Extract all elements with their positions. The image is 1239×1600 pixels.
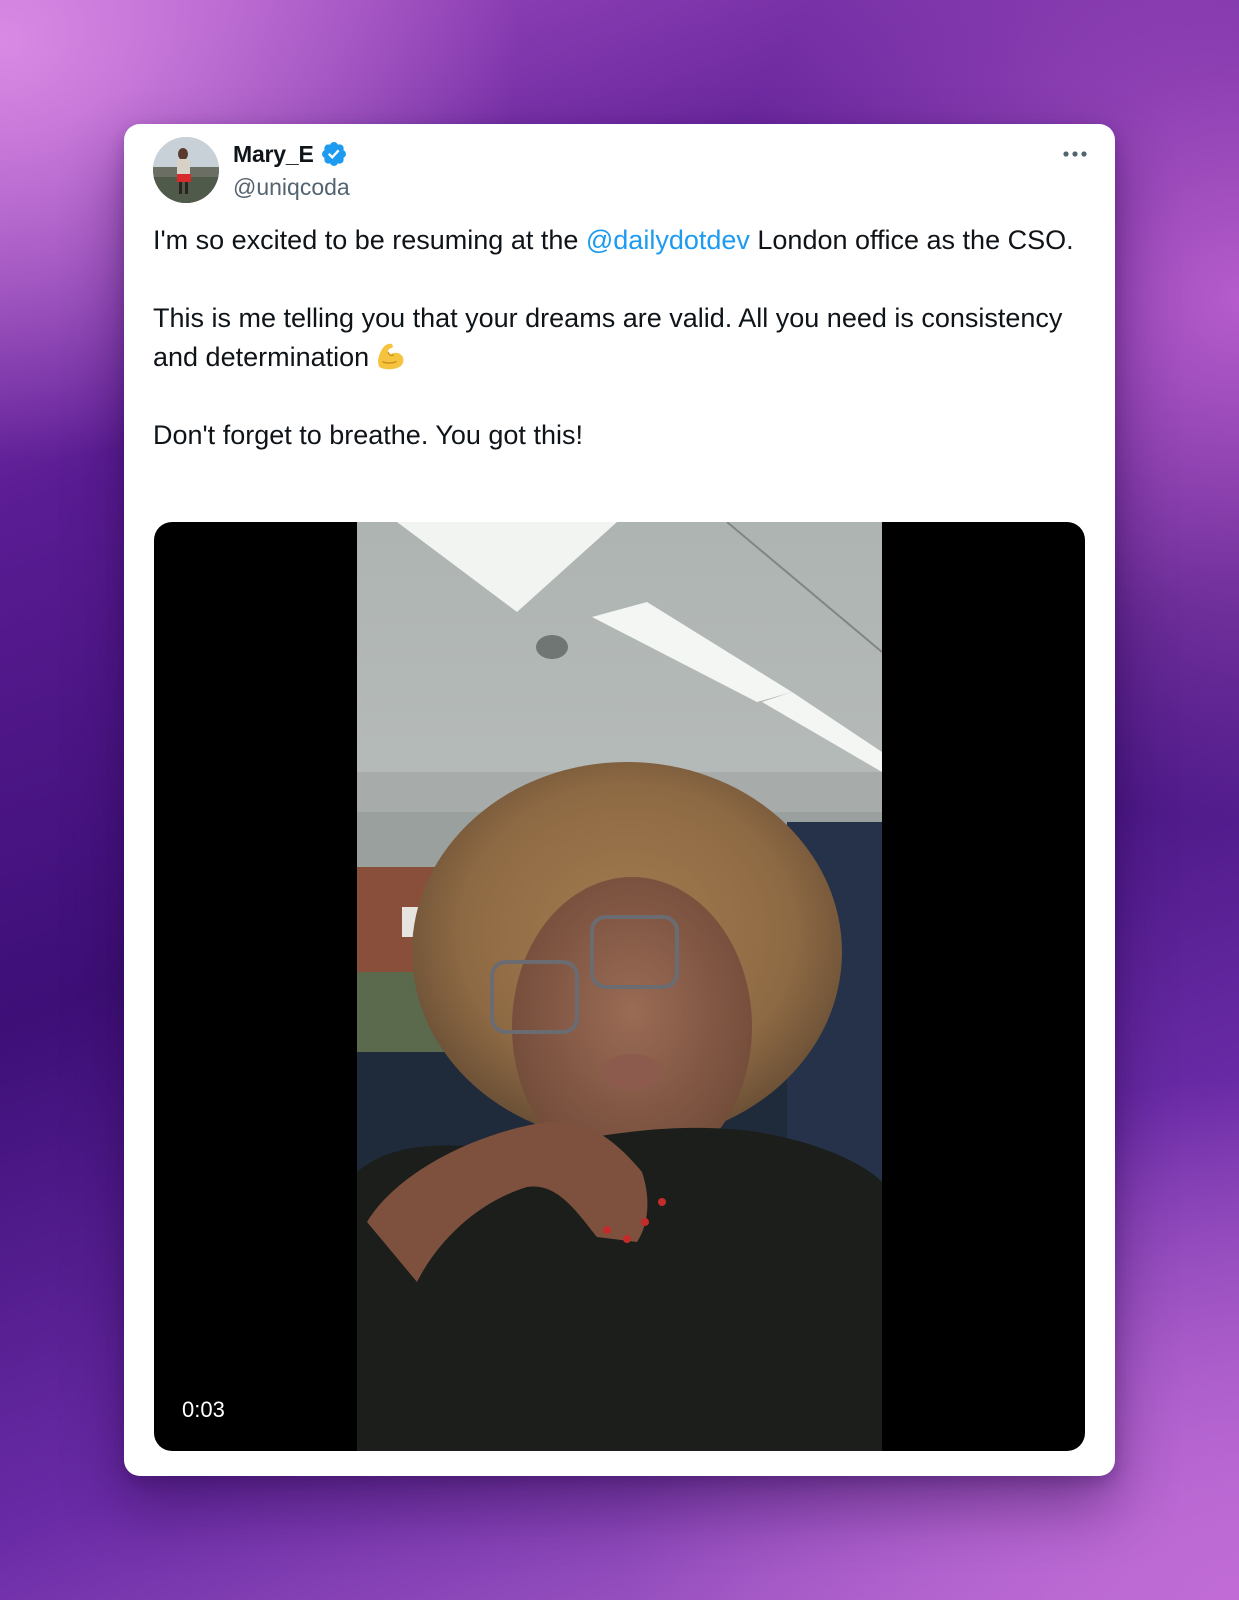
flexed-biceps-emoji-icon [378, 343, 404, 370]
mention-link[interactable]: @dailydotdev [586, 225, 750, 255]
author-avatar[interactable] [153, 137, 219, 203]
tweet-paragraph-2: This is me telling you that your dreams … [153, 299, 1083, 377]
video-duration-badge: 0:03 [174, 1393, 233, 1427]
tweet-card: Mary_E @uniqcoda I'm so excited to be re… [124, 124, 1115, 1476]
avatar-photo [153, 137, 219, 203]
tweet-paragraph-1: I'm so excited to be resuming at the @da… [153, 221, 1083, 260]
tweet-text: I'm so excited to be resuming at the @da… [153, 221, 1083, 455]
tweet-paragraph-3: Don't forget to breathe. You got this! [153, 420, 583, 450]
tweet-text-segment: This is me telling you that your dreams … [153, 303, 1063, 372]
more-options-button[interactable] [1057, 142, 1093, 166]
verified-badge-icon [321, 142, 346, 166]
video-frame[interactable] [357, 522, 882, 1451]
author-name-row[interactable]: Mary_E [233, 140, 348, 168]
video-still-image [357, 522, 882, 1451]
tweet-text-segment: London office as the CSO. [749, 225, 1074, 255]
more-horizontal-icon [1063, 151, 1087, 157]
tweet-text-segment: I'm so excited to be resuming at the [153, 225, 586, 255]
author-handle[interactable]: @uniqcoda [233, 174, 350, 201]
author-display-name[interactable]: Mary_E [233, 141, 314, 168]
video-player[interactable]: 0:03 [154, 522, 1085, 1451]
